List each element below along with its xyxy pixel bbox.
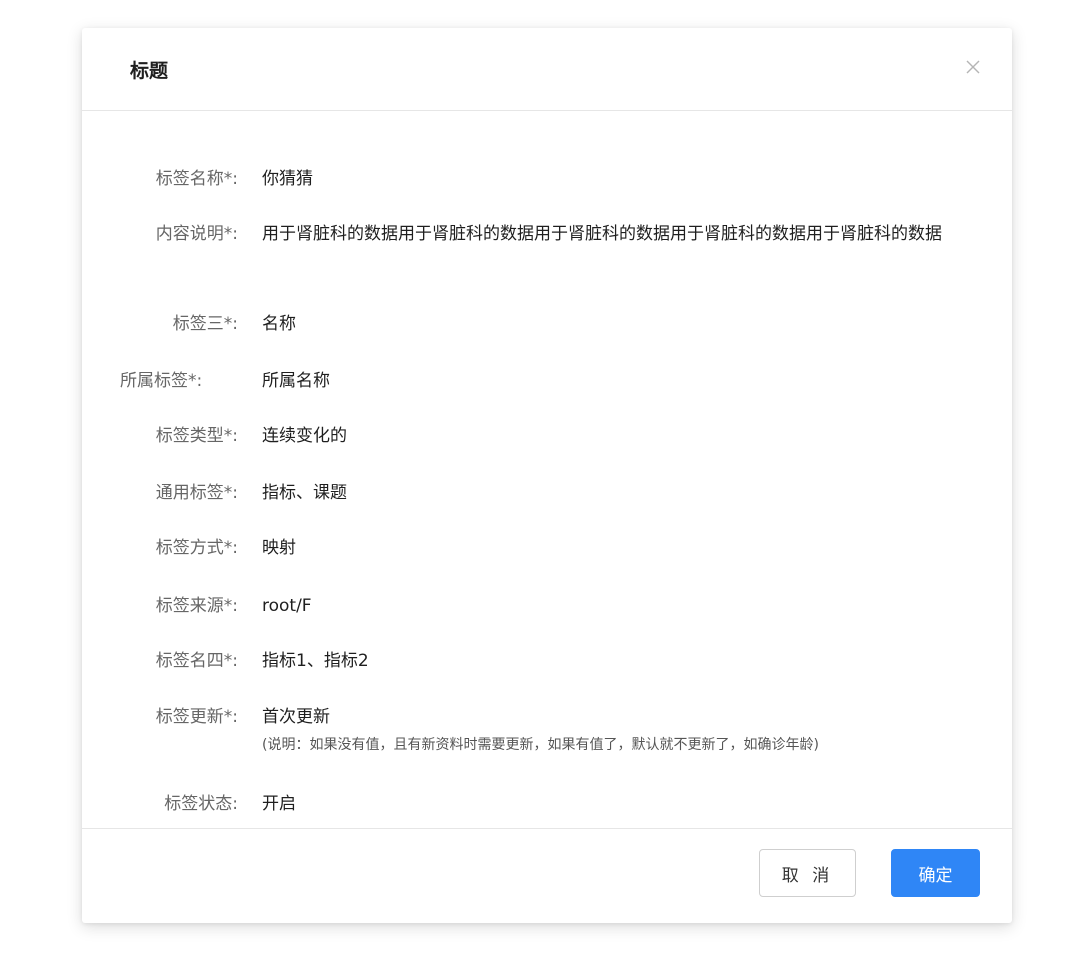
field-note: (说明：如果没有值，且有新资料时需要更新，如果有值了，默认就不更新了，如确诊年龄… xyxy=(262,737,819,753)
field-value: root/F xyxy=(262,596,312,616)
field-value: 指标、课题 xyxy=(262,483,347,503)
field-label: 标签状态: xyxy=(164,794,238,814)
dialog-footer: 取 消 确定 xyxy=(82,828,1012,923)
field-label: 标签三*: xyxy=(172,314,238,334)
close-icon[interactable] xyxy=(964,58,982,76)
field-value: 映射 xyxy=(262,538,296,558)
dialog-header: 标题 xyxy=(82,28,1012,111)
field-value: 开启 xyxy=(262,794,296,814)
field-label: 标签名称*: xyxy=(155,169,238,189)
dialog-title: 标题 xyxy=(130,60,169,82)
field-label: 标签名四*: xyxy=(155,651,238,671)
field-value: 连续变化的 xyxy=(262,426,347,446)
field-label: 通用标签*: xyxy=(155,483,238,503)
field-label: 内容说明*: xyxy=(155,224,238,244)
field-label: 标签更新*: xyxy=(155,707,238,727)
field-value: 所属名称 xyxy=(262,371,330,391)
field-value: 你猜猜 xyxy=(262,169,313,189)
cancel-button[interactable]: 取 消 xyxy=(759,849,856,897)
field-value: 用于肾脏科的数据用于肾脏科的数据用于肾脏科的数据用于肾脏科的数据用于肾脏科的数据 xyxy=(262,224,942,244)
field-label: 标签方式*: xyxy=(155,538,238,558)
field-value: 首次更新 xyxy=(262,707,330,727)
field-value: 名称 xyxy=(262,314,296,334)
confirm-button[interactable]: 确定 xyxy=(891,849,980,897)
field-label: 标签来源*: xyxy=(155,596,238,616)
dialog-body: 标签名称*: 你猜猜 内容说明*: 用于肾脏科的数据用于肾脏科的数据用于肾脏科的… xyxy=(82,111,1012,828)
field-value-group: 首次更新 (说明：如果没有值，且有新资料时需要更新，如果有值了，默认就不更新了，… xyxy=(262,704,982,756)
field-value: 指标1、指标2 xyxy=(262,651,369,671)
field-label: 标签类型*: xyxy=(155,426,238,446)
dialog: 标题 标签名称*: 你猜猜 内容说明*: 用于肾脏科的数据用于肾脏科的数据用于肾… xyxy=(82,28,1012,923)
